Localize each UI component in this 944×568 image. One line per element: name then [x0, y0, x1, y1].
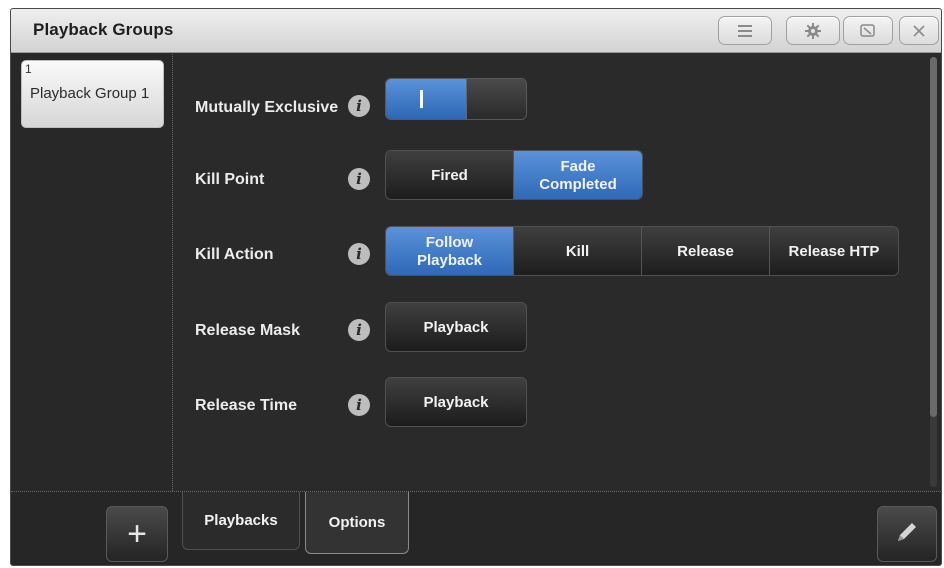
kill-action-release-htp-button[interactable]: Release HTP: [770, 227, 898, 275]
info-icon[interactable]: i: [348, 95, 370, 117]
kill-point-selector: Fired Fade Completed: [385, 150, 643, 200]
menu-button[interactable]: [718, 16, 772, 45]
title-bar: Playback Groups: [11, 9, 941, 53]
scrollbar[interactable]: [930, 57, 937, 487]
resize-icon: [859, 23, 877, 39]
edit-button[interactable]: [877, 506, 937, 562]
kill-point-label: Kill Point: [195, 171, 265, 188]
kill-action-label: Kill Action: [195, 246, 274, 263]
tab-options[interactable]: Options: [305, 492, 409, 554]
release-time-button[interactable]: Playback: [385, 377, 527, 427]
toggle-off-segment: [466, 79, 526, 119]
info-icon[interactable]: i: [348, 394, 370, 416]
gear-icon: [805, 22, 821, 39]
kill-point-fade-completed-button[interactable]: Fade Completed: [514, 151, 642, 199]
settings-button[interactable]: [786, 16, 840, 45]
playback-groups-window: Playback Groups 1 Playback Group 1 Mutua…: [10, 8, 942, 566]
mutually-exclusive-toggle[interactable]: [385, 78, 527, 120]
resize-button[interactable]: [843, 16, 893, 45]
mutually-exclusive-label: Mutually Exclusive: [195, 99, 339, 116]
window-title: Playback Groups: [33, 20, 174, 39]
info-icon[interactable]: i: [348, 168, 370, 190]
release-mask-label: Release Mask: [195, 322, 300, 339]
kill-point-fired-button[interactable]: Fired: [386, 151, 514, 199]
group-label: Playback Group 1: [30, 85, 150, 102]
group-item-playback-group-1[interactable]: 1 Playback Group 1: [21, 60, 164, 128]
bottom-toolbar: + Playbacks Options: [11, 491, 941, 565]
info-icon[interactable]: i: [348, 319, 370, 341]
add-group-button[interactable]: +: [106, 506, 168, 562]
kill-action-release-button[interactable]: Release: [642, 227, 770, 275]
menu-icon: [737, 24, 753, 38]
kill-action-kill-button[interactable]: Kill: [514, 227, 642, 275]
info-icon[interactable]: i: [348, 243, 370, 265]
pencil-icon: [893, 518, 921, 551]
release-mask-button[interactable]: Playback: [385, 302, 527, 352]
close-icon: [913, 24, 925, 37]
release-time-label: Release Time: [195, 397, 297, 414]
toggle-on-segment: [386, 79, 466, 119]
options-panel: Mutually Exclusive i Kill Point i Fired …: [174, 54, 929, 491]
close-button[interactable]: [899, 16, 939, 45]
kill-action-selector: Follow Playback Kill Release Release HTP: [385, 226, 899, 276]
group-list: 1 Playback Group 1: [11, 54, 173, 491]
scrollbar-thumb[interactable]: [930, 57, 937, 417]
group-number: 1: [25, 62, 32, 76]
kill-action-follow-playback-button[interactable]: Follow Playback: [386, 227, 514, 275]
tab-playbacks[interactable]: Playbacks: [182, 492, 300, 550]
